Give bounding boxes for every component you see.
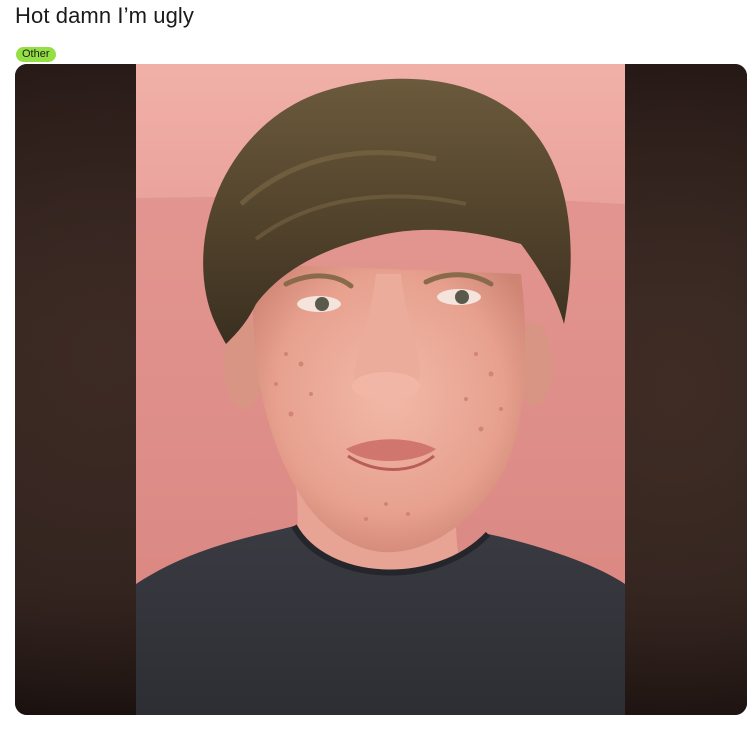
post-image[interactable] <box>15 64 747 715</box>
post-title[interactable]: Hot damn I’m ugly <box>15 2 194 30</box>
selfie-photo <box>136 64 625 715</box>
post-flair[interactable]: Other <box>16 47 56 62</box>
post: Hot damn I’m ugly Other <box>0 0 753 734</box>
